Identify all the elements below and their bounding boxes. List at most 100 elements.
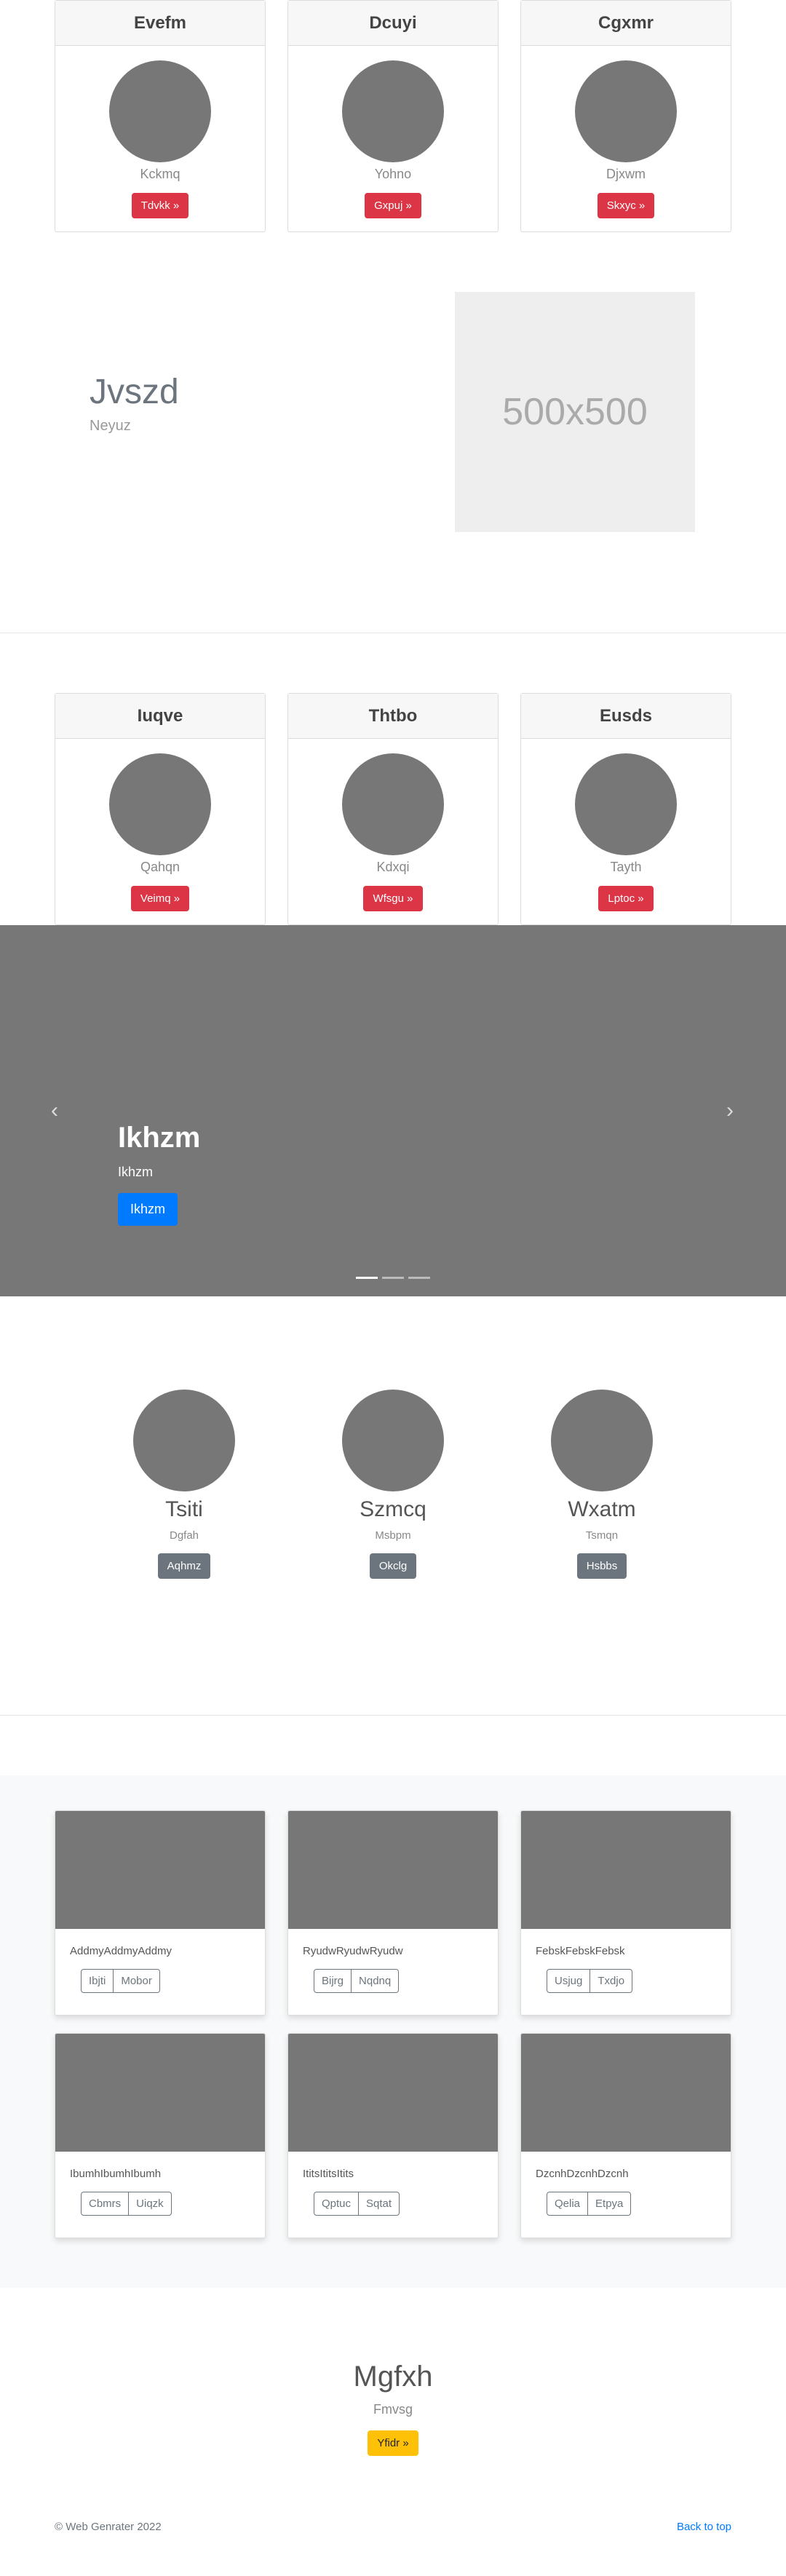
team-section: Tsiti Dgfah Aqhmz Szmcq Msbpm Okclg Wxat…	[0, 1296, 786, 1715]
carousel-indicators	[0, 1277, 786, 1279]
card-button[interactable]: Wfsgu »	[363, 886, 423, 911]
carousel-indicator[interactable]	[408, 1277, 430, 1279]
card-button[interactable]: Etpya	[588, 2192, 632, 2216]
team-member: Wxatm Tsmqn Hsbbs	[551, 1390, 653, 1579]
carousel-title: Ikhzm	[118, 1122, 201, 1154]
card-button[interactable]: Bijrg	[314, 1969, 352, 1993]
card-text: DzcnhDzcnhDzcnh	[536, 2168, 629, 2180]
card-subtitle: Kdxqi	[376, 860, 410, 874]
card-button[interactable]: Tdvkk »	[131, 193, 189, 218]
card-image	[109, 60, 211, 162]
member-subtitle: Msbpm	[375, 1529, 411, 1542]
button-group: Qelia Etpya	[547, 2192, 632, 2216]
card-image	[575, 753, 677, 855]
card-text: IbumhIbumhIbumh	[70, 2168, 162, 2180]
button-group: Usjug Txdjo	[547, 1969, 633, 1993]
carousel: ‹ › Ikhzm Ikhzm Ikhzm	[0, 925, 786, 1296]
card-text: AddmyAddmyAddmy	[70, 1945, 172, 1957]
album-card: ItitsItitsItits Qptuc Sqtat	[287, 2033, 499, 2238]
card-text: ItitsItitsItits	[303, 2168, 354, 2180]
member-name: Szmcq	[360, 1497, 426, 1521]
pricing-card: Dcuyi Yohno Gxpuj »	[287, 0, 499, 232]
card-text: RyudwRyudwRyudw	[303, 1945, 403, 1957]
card-title: Cgxmr	[521, 1, 731, 46]
cta-subtitle: Fmvsg	[373, 2402, 413, 2417]
card-image	[288, 1811, 498, 1929]
member-button[interactable]: Okclg	[369, 1553, 417, 1579]
copyright: © Web Genrater 2022	[55, 2520, 162, 2533]
card-button[interactable]: Nqdnq	[352, 1969, 400, 1993]
pricing-card: Iuqve Qahqn Veimq »	[55, 693, 266, 925]
avatar	[342, 1390, 444, 1491]
card-button[interactable]: Uiqzk	[129, 2192, 172, 2216]
card-button[interactable]: Sqtat	[359, 2192, 400, 2216]
carousel-button[interactable]: Ikhzm	[118, 1193, 178, 1226]
card-image	[342, 60, 444, 162]
team-member: Tsiti Dgfah Aqhmz	[133, 1390, 235, 1579]
top-cards-section: Evefm Kckmq Tdvkk » Dcuyi Yohno Gxpuj » …	[55, 0, 731, 232]
member-subtitle: Dgfah	[169, 1529, 199, 1542]
card-button[interactable]: Skxyc »	[597, 193, 655, 218]
back-to-top-link[interactable]: Back to top	[677, 2521, 731, 2533]
card-button[interactable]: Gxpuj »	[365, 193, 421, 218]
carousel-next-icon[interactable]: ›	[726, 1098, 734, 1123]
carousel-indicator[interactable]	[356, 1277, 378, 1279]
card-image	[575, 60, 677, 162]
album-card: IbumhIbumhIbumh Cbmrs Uiqzk	[55, 2033, 266, 2238]
cta-button[interactable]: Yfidr »	[368, 2430, 418, 2456]
card-subtitle: Djxwm	[606, 167, 646, 181]
card-image	[342, 753, 444, 855]
card-subtitle: Yohno	[374, 167, 412, 181]
button-group: Cbmrs Uiqzk	[81, 2192, 172, 2216]
card-button[interactable]: Ibjti	[81, 1969, 114, 1993]
album-card: AddmyAddmyAddmy Ibjti Mobor	[55, 1810, 266, 2016]
carousel-caption: Ikhzm Ikhzm Ikhzm	[118, 1122, 200, 1226]
team-member: Szmcq Msbpm Okclg	[342, 1390, 444, 1579]
hero-title: Jvszd	[90, 373, 179, 411]
carousel-text: Ikhzm	[118, 1165, 154, 1179]
card-title: Iuqve	[55, 694, 265, 739]
card-button[interactable]: Mobor	[114, 1969, 160, 1993]
carousel-indicator[interactable]	[382, 1277, 404, 1279]
card-button[interactable]: Veimq »	[130, 886, 190, 911]
card-button[interactable]: Txdjo	[590, 1969, 633, 1993]
member-name: Tsiti	[165, 1497, 203, 1521]
card-text: FebskFebskFebsk	[536, 1945, 625, 1957]
carousel-prev-icon[interactable]: ‹	[51, 1098, 58, 1123]
card-button[interactable]: Usjug	[547, 1969, 591, 1993]
card-subtitle: Tayth	[610, 860, 642, 874]
album-card: FebskFebskFebsk Usjug Txdjo	[520, 1810, 731, 2016]
button-group: Ibjti Mobor	[81, 1969, 160, 1993]
card-title: Evefm	[55, 1, 265, 46]
member-name: Wxatm	[568, 1497, 636, 1521]
hero-subtitle: Neyuz	[90, 418, 131, 434]
card-image	[109, 753, 211, 855]
member-button[interactable]: Hsbbs	[576, 1553, 627, 1579]
hero-image-placeholder: 500x500	[455, 292, 695, 532]
card-button[interactable]: Qptuc	[314, 2192, 360, 2216]
pricing-card: Evefm Kckmq Tdvkk »	[55, 0, 266, 232]
pricing-card: Cgxmr Djxwm Skxyc »	[520, 0, 731, 232]
pricing-card: Eusds Tayth Lptoc »	[520, 693, 731, 925]
cta-title: Mgfxh	[353, 2361, 433, 2393]
button-group: Bijrg Nqdnq	[314, 1969, 400, 1993]
member-subtitle: Tsmqn	[585, 1529, 619, 1542]
card-subtitle: Kckmq	[140, 167, 180, 181]
album-card: RyudwRyudwRyudw Bijrg Nqdnq	[287, 1810, 499, 2016]
avatar	[551, 1390, 653, 1491]
card-image	[521, 2034, 731, 2152]
album-card: DzcnhDzcnhDzcnh Qelia Etpya	[520, 2033, 731, 2238]
hero-section: Jvszd Neyuz 500x500	[55, 232, 731, 633]
card-image	[55, 1811, 265, 1929]
card-image	[521, 1811, 731, 1929]
footer: © Web Genrater 2022 Back to top	[55, 2510, 731, 2543]
card-button[interactable]: Lptoc »	[598, 886, 654, 911]
cta-section: Mgfxh Fmvsg Yfidr »	[0, 2288, 786, 2510]
avatar	[133, 1390, 235, 1491]
card-button[interactable]: Qelia	[547, 2192, 589, 2216]
member-button[interactable]: Aqhmz	[157, 1553, 211, 1579]
card-button[interactable]: Cbmrs	[81, 2192, 130, 2216]
card-image	[55, 2034, 265, 2152]
card-subtitle: Qahqn	[140, 860, 180, 874]
album-section: AddmyAddmyAddmy Ibjti Mobor RyudwRyudwRy…	[0, 1775, 786, 2288]
